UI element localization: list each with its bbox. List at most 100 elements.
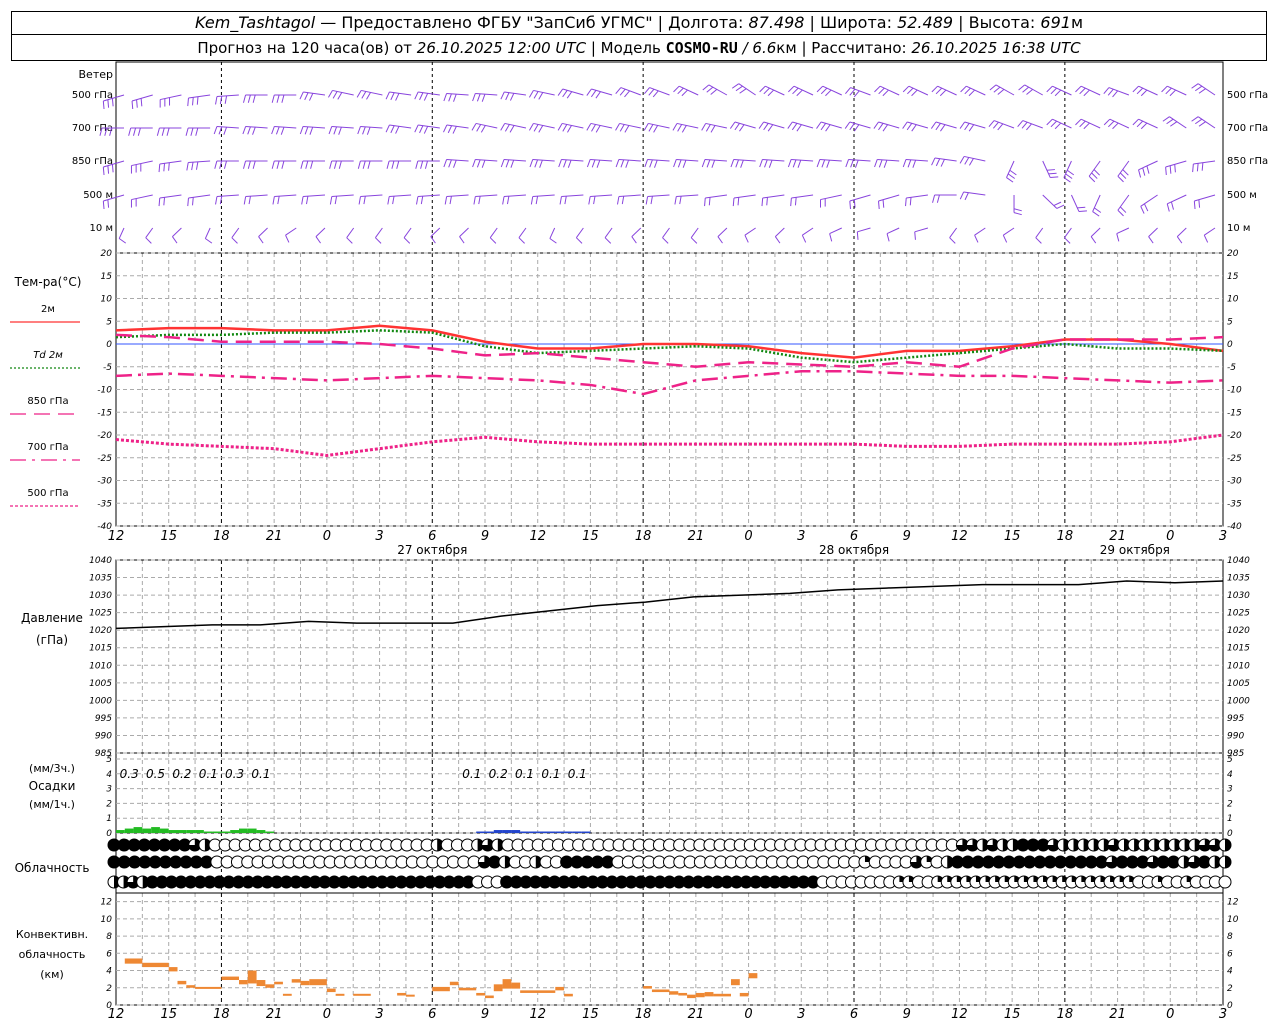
wind-barb-staff xyxy=(1116,227,1130,235)
wind-barb-flag xyxy=(732,198,735,207)
wind-barb-staff xyxy=(738,83,756,96)
wind-barb-flag xyxy=(305,160,309,169)
wind-barb-flag xyxy=(414,91,419,100)
wind-barb-flag xyxy=(914,231,916,240)
wind-barb-staff xyxy=(662,227,670,238)
wind-barb-flag xyxy=(205,238,213,244)
conv-tick-label-left: 10 xyxy=(101,915,113,925)
wind-barb-staff xyxy=(1052,85,1072,96)
wind-barb-flag xyxy=(476,159,481,168)
wind-barb-flag xyxy=(681,89,688,97)
cloud-cover-circle xyxy=(1218,875,1232,889)
wind-barb-flag xyxy=(390,125,395,134)
wind-barb-flag xyxy=(213,126,218,135)
wind-barb-flag xyxy=(616,196,620,205)
wind-barb-staff xyxy=(963,191,986,196)
wind-barb-flag xyxy=(195,161,199,170)
precip-bar-snow xyxy=(247,828,257,833)
hour-tick-label: 18 xyxy=(635,1007,652,1022)
hour-tick-label: 15 xyxy=(160,529,177,544)
wind-barb-staff xyxy=(216,94,239,98)
pressure-tick-label-right: 1030 xyxy=(1227,591,1250,601)
wind-barb-flag xyxy=(332,91,338,99)
wind-barb-staff xyxy=(446,194,469,198)
wind-barb-staff xyxy=(877,158,900,162)
wind-barb-flag xyxy=(586,88,592,96)
wind-barb-flag xyxy=(1046,169,1055,171)
wind-barb-flag xyxy=(443,124,448,133)
wind-barb-flag xyxy=(333,160,338,169)
hour-tick-label: 21 xyxy=(266,529,283,544)
precip-tick-label-left: 3 xyxy=(106,785,112,795)
wind-barb-flag xyxy=(538,92,544,100)
wind-barb-staff xyxy=(188,94,211,99)
wind-barb-flag xyxy=(1136,87,1144,95)
wind-barb-flag xyxy=(731,83,740,89)
wind-barb-flag xyxy=(1136,120,1144,128)
hour-tick-label: 18 xyxy=(635,529,652,544)
temp-legend-label: 2м xyxy=(41,304,55,315)
wind-barb-staff xyxy=(258,227,268,237)
wind-barb-flag xyxy=(959,191,965,200)
wind-barb-flag xyxy=(787,121,793,129)
conv-tick-label-left: 0 xyxy=(106,1001,112,1011)
wind-barb-flag xyxy=(590,90,597,98)
wind-barb-staff xyxy=(216,125,239,129)
precip-bar-snow xyxy=(265,831,275,833)
wind-barb-staff xyxy=(231,227,240,238)
wind-barb-flag xyxy=(853,199,856,208)
wind-barb-staff xyxy=(389,194,412,198)
wind-barb-flag xyxy=(299,91,304,100)
wind-barb-flag xyxy=(816,159,821,168)
hour-tick-label: 9 xyxy=(903,1007,911,1022)
wind-barb-flag xyxy=(853,90,860,98)
wind-barb-flag xyxy=(768,159,773,168)
conv-tick-label-right: 2 xyxy=(1227,984,1233,994)
wind-barb-staff xyxy=(1203,227,1216,236)
hour-tick-label: 0 xyxy=(744,529,752,544)
temp-tick-label-right: -10 xyxy=(1227,386,1242,396)
wind-barb-flag xyxy=(1146,165,1150,174)
wind-barb-flag xyxy=(1198,199,1201,208)
wind-barb-staff xyxy=(791,194,814,199)
wind-barb-flag xyxy=(140,98,143,107)
wind-barb-staff xyxy=(1165,160,1187,168)
wind-barb-flag xyxy=(931,157,936,166)
wind-barb-flag xyxy=(1063,177,1071,183)
wind-barb-flag xyxy=(588,196,591,205)
wind-barb-flag xyxy=(386,160,390,169)
wind-barb-flag xyxy=(505,92,510,101)
wind-barb-staff xyxy=(849,194,871,202)
wind-barb-flag xyxy=(195,127,199,136)
wind-barb-flag xyxy=(271,126,275,135)
wind-barb-flag xyxy=(337,92,343,100)
wind-barb-flag xyxy=(242,160,247,169)
wind-barb-flag xyxy=(615,123,620,131)
wind-barb-flag xyxy=(792,159,797,168)
wind-barb-flag xyxy=(854,159,859,168)
wind-barb-flag xyxy=(272,196,275,205)
wind-barb-flag xyxy=(366,126,371,135)
wind-barb-flag xyxy=(964,123,970,131)
hour-tick-label: 21 xyxy=(1109,1007,1126,1022)
wind-barb-staff xyxy=(446,158,469,162)
wind-barb-staff xyxy=(631,227,642,237)
wind-barb-flag xyxy=(911,89,918,97)
wind-barb-flag xyxy=(416,196,419,205)
temp-tick-label-right: 15 xyxy=(1227,272,1239,282)
wind-barb-staff xyxy=(188,160,211,164)
wind-barb-flag xyxy=(385,91,390,100)
wind-barb-staff xyxy=(303,194,326,198)
hour-tick-label: 3 xyxy=(797,529,805,544)
wind-barb-flag xyxy=(1002,234,1008,243)
wind-barb-flag xyxy=(882,124,889,132)
precip-bar-snow xyxy=(186,830,196,833)
wind-barb-flag xyxy=(1169,165,1172,174)
conv-cloud-bar xyxy=(274,981,283,985)
conv-cloud-bar xyxy=(695,992,705,998)
wind-barb-flag xyxy=(1054,89,1062,97)
wind-barb-flag xyxy=(271,160,275,169)
hour-tick-label: 0 xyxy=(1166,1007,1174,1022)
wind-barb-flag xyxy=(902,85,910,93)
wind-barb-flag xyxy=(1166,118,1174,125)
